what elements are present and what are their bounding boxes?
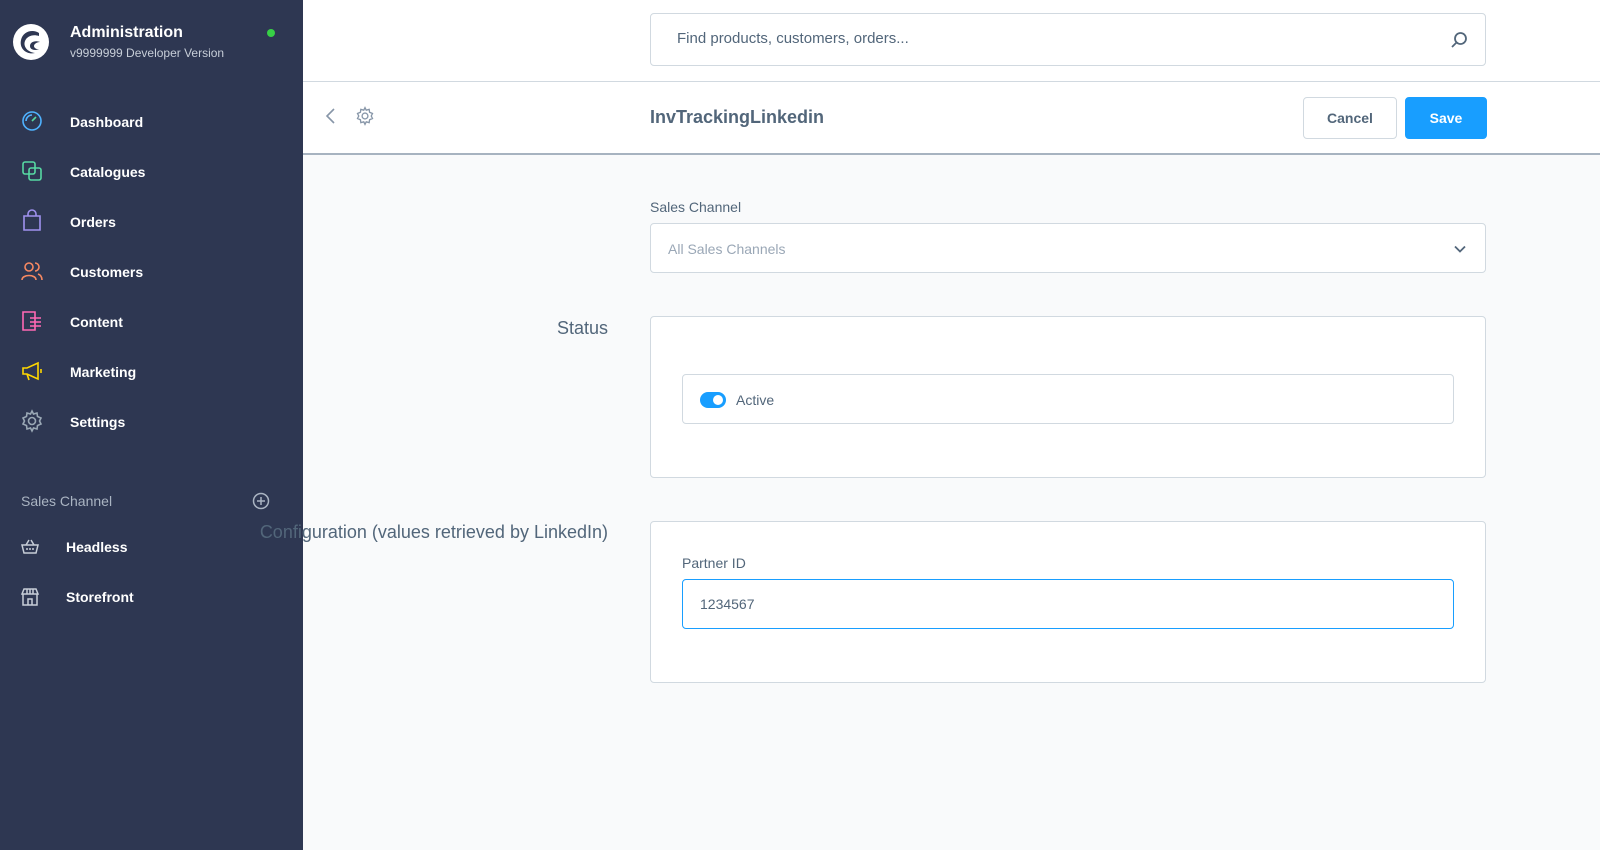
page-title: InvTrackingLinkedin (650, 107, 825, 127)
sidebar-item-label: Customers (70, 264, 144, 280)
save-button[interactable]: Save (1405, 97, 1487, 139)
sales-channel-field-label: Sales Channel (650, 199, 742, 215)
customers-icon (20, 259, 44, 283)
sales-channel-select[interactable]: All Sales Channels (650, 223, 1486, 273)
sidebar-item-label: Content (70, 314, 123, 330)
brand-title: Administration (70, 24, 183, 41)
active-toggle[interactable] (700, 392, 726, 408)
sidebar-item-label: Dashboard (70, 114, 144, 130)
partner-id-input[interactable] (682, 579, 1454, 629)
sidebar-item-settings[interactable]: Settings (0, 397, 303, 447)
status-section-label: Status (556, 318, 608, 338)
sidebar-item-orders[interactable]: Orders (0, 197, 303, 247)
sales-channel-select-value: All Sales Channels (668, 241, 786, 257)
online-status-indicator (267, 29, 275, 37)
back-arrow-icon[interactable] (323, 106, 339, 126)
storefront-icon (20, 587, 40, 607)
sidebar-item-dashboard[interactable]: Dashboard (0, 97, 303, 147)
main-navigation: Dashboard Catalogues Orders Customers Co… (0, 97, 303, 447)
configuration-card: Partner ID (650, 521, 1486, 683)
sidebar-item-catalogues[interactable]: Catalogues (0, 147, 303, 197)
sales-channel-item-storefront[interactable]: Storefront (0, 573, 303, 623)
smart-bar: InvTrackingLinkedin Cancel Save (303, 82, 1600, 155)
content-icon (20, 309, 44, 333)
sales-channel-header: Sales Channel (21, 493, 113, 509)
search-input[interactable] (677, 30, 1417, 47)
sales-channel-label: Headless (66, 539, 128, 555)
search-icon[interactable] (1449, 30, 1469, 50)
global-search (650, 13, 1486, 66)
brand-version: v9999999 Developer Version (70, 46, 225, 60)
sidebar-item-label: Catalogues (70, 164, 146, 180)
toggle-knob (713, 395, 723, 405)
shopware-logo-icon[interactable] (13, 24, 49, 60)
chevron-down-icon (1453, 242, 1467, 256)
sidebar-item-customers[interactable]: Customers (0, 247, 303, 297)
admin-sidebar: Administration v9999999 Developer Versio… (0, 0, 303, 850)
active-toggle-field: Active (682, 374, 1454, 424)
gear-icon[interactable] (355, 106, 375, 126)
configuration-section-label: Configuration (values retrieved by Linke… (259, 522, 608, 542)
sidebar-item-label: Settings (70, 414, 126, 430)
top-search-bar (303, 0, 1600, 82)
sidebar-item-label: Orders (70, 214, 116, 230)
add-sales-channel-icon[interactable] (252, 492, 270, 510)
basket-icon (20, 537, 40, 557)
cancel-button[interactable]: Cancel (1303, 97, 1397, 139)
status-card: Active (650, 316, 1486, 478)
partner-id-label: Partner ID (682, 555, 746, 571)
brand-header: Administration v9999999 Developer Versio… (0, 0, 303, 90)
sales-channel-label: Storefront (66, 589, 134, 605)
orders-icon (20, 209, 44, 233)
dashboard-icon (20, 109, 44, 133)
sidebar-item-marketing[interactable]: Marketing (0, 347, 303, 397)
catalogues-icon (20, 159, 44, 183)
marketing-icon (20, 359, 44, 383)
settings-icon (20, 409, 44, 433)
sidebar-item-label: Marketing (70, 364, 137, 380)
active-toggle-label[interactable]: Active (736, 392, 774, 408)
